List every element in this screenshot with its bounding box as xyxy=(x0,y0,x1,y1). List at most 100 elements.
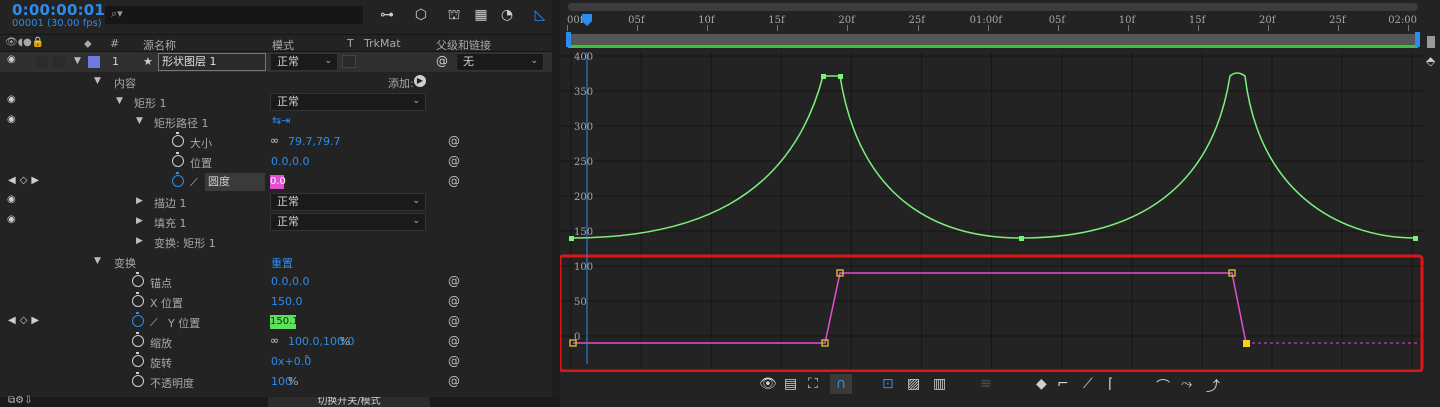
stopwatch-active-icon[interactable] xyxy=(172,172,184,187)
eye-icon[interactable]: ◉ xyxy=(7,94,19,105)
expand-triangle-icon[interactable]: ▶ xyxy=(136,236,143,246)
hold-keyframe-icon[interactable]: ⌐ xyxy=(1057,376,1069,392)
expression-spiral-icon[interactable]: @ xyxy=(448,174,460,188)
xpos-row[interactable]: X 位置 150.0 @ xyxy=(0,292,552,312)
work-area-bar[interactable] xyxy=(568,34,1418,48)
eye-icon[interactable]: ◉ xyxy=(7,54,19,65)
auto-zoom-icon[interactable]: ⊡ xyxy=(882,376,894,392)
layer-search-input[interactable]: ⌕▾ xyxy=(105,6,363,24)
column-parent[interactable]: 父级和链接 xyxy=(436,37,491,53)
graph-include-icon[interactable]: ⟋ xyxy=(190,176,198,190)
stopwatch-icon[interactable] xyxy=(132,332,144,347)
graph-editor-canvas[interactable]: 400 350 300 250 200 150 100 50 0 xyxy=(560,52,1424,372)
position-value[interactable]: 0.0,0.0 xyxy=(271,155,309,168)
fit-all-icon[interactable]: ▥ xyxy=(933,376,946,392)
column-trkmat[interactable]: TrkMat xyxy=(364,37,401,50)
roundness-row[interactable]: ◀◇▶ ⟋ 圆度 0.0 @ xyxy=(0,172,552,192)
work-area-start-handle[interactable] xyxy=(566,32,571,47)
parent-dropdown[interactable]: 无 ⌄ xyxy=(456,53,544,71)
content-row[interactable]: ▼ 内容 添加: ▶ xyxy=(0,72,552,92)
transform-row[interactable]: ▼ 变换 重置 xyxy=(0,252,552,272)
expression-spiral-icon[interactable]: @ xyxy=(448,314,460,328)
expand-triangle-icon[interactable]: ▼ xyxy=(116,96,123,106)
easy-ease-in-icon[interactable]: ⤳ xyxy=(1181,376,1192,392)
graph-include-icon[interactable]: ⟋ xyxy=(150,316,158,330)
layer-name[interactable]: 形状图层 1 xyxy=(158,53,266,71)
anchor-row[interactable]: 锚点 0.0,0.0 @ xyxy=(0,272,552,292)
xpos-value[interactable]: 150.0 xyxy=(271,295,303,308)
stopwatch-icon[interactable] xyxy=(132,292,144,307)
comp-flowchart-icon[interactable]: ⊶ xyxy=(377,5,397,25)
size-row[interactable]: 大小 ∞ 79.7,79.7 @ xyxy=(0,132,552,152)
ypos-row[interactable]: ◀◇▶ ⟋ Y 位置 150.1 @ xyxy=(0,312,552,332)
expression-spiral-icon[interactable]: @ xyxy=(448,154,460,168)
eye-icon[interactable]: ◉ xyxy=(7,114,19,125)
stopwatch-active-icon[interactable] xyxy=(132,312,144,327)
layer-row[interactable]: ◉ ▼ 1 ★ 形状图层 1 正常 ⌄ @ 无 ⌄ xyxy=(0,52,552,72)
expand-triangle-icon[interactable]: ▼ xyxy=(74,56,81,66)
footer-toggle-icons[interactable]: ⧉⚙⇩ xyxy=(8,395,32,406)
eye-icon[interactable]: 👁 xyxy=(759,376,777,392)
opacity-row[interactable]: 不透明度 100 % @ xyxy=(0,372,552,392)
expression-spiral-icon[interactable]: @ xyxy=(448,134,460,148)
pickwhip-icon[interactable]: @ xyxy=(436,54,448,68)
stopwatch-icon[interactable] xyxy=(132,372,144,387)
expand-triangle-icon[interactable]: ▼ xyxy=(94,76,101,86)
scale-row[interactable]: 缩放 ∞ 100.0,100.0 % @ xyxy=(0,332,552,352)
keyframe-navigator[interactable]: ◀◇▶ xyxy=(8,315,43,326)
size-value[interactable]: 79.7,79.7 xyxy=(288,135,340,148)
expand-triangle-icon[interactable]: ▼ xyxy=(94,256,101,266)
path-direction-icon[interactable]: ⇆⇥ xyxy=(272,114,290,127)
snap-magnet-icon[interactable]: ∩ xyxy=(830,374,852,394)
expression-spiral-icon[interactable]: @ xyxy=(448,274,460,288)
stroke-row[interactable]: ◉ ▶ 描边 1 正常 ⌄ xyxy=(0,192,552,212)
position-row[interactable]: 位置 0.0,0.0 @ xyxy=(0,152,552,172)
expression-spiral-icon[interactable]: @ xyxy=(448,294,460,308)
column-mode[interactable]: 模式 xyxy=(272,37,294,53)
eye-icon[interactable]: ◉ xyxy=(7,214,19,225)
edit-keyframe-icon[interactable]: ◆ xyxy=(1036,376,1047,392)
expand-triangle-icon[interactable]: ▶ xyxy=(136,196,143,206)
auto-bezier-icon[interactable]: ⌈ xyxy=(1108,376,1113,392)
rect-mode-dropdown[interactable]: 正常 ⌄ xyxy=(270,93,426,111)
toggle-switches-modes-button[interactable]: 切换开关/模式 xyxy=(268,397,430,407)
stopwatch-icon[interactable] xyxy=(132,272,144,287)
fill-mode-dropdown[interactable]: 正常 ⌄ xyxy=(270,213,426,231)
solo-toggle[interactable] xyxy=(36,56,48,68)
column-source-name[interactable]: 源名称 xyxy=(143,37,176,53)
stopwatch-icon[interactable] xyxy=(172,152,184,167)
ypos-value[interactable]: 150.1 xyxy=(270,315,299,329)
graph-scrollbar-handle[interactable] xyxy=(1427,36,1435,48)
time-navigator-bar[interactable] xyxy=(568,3,1418,11)
time-ruler[interactable]: 00f 05f 10f 15f 20f 25f 01:00f 05f 10f 15f 20f 25f 0… xyxy=(567,13,1422,31)
transform-rect-row[interactable]: ▶ 变换: 矩形 1 xyxy=(0,232,552,252)
roundness-value[interactable]: 0.0 xyxy=(270,175,286,189)
easy-ease-out-icon[interactable]: ⤴ xyxy=(1206,376,1220,396)
preserve-transparency-checkbox[interactable] xyxy=(342,55,356,68)
add-menu-icon[interactable]: ▶ xyxy=(414,75,426,87)
eye-icon[interactable]: ◉ xyxy=(7,194,19,205)
expression-spiral-icon[interactable]: @ xyxy=(448,354,460,368)
fill-row[interactable]: ◉ ▶ 填充 1 正常 ⌄ xyxy=(0,212,552,232)
snap-icon[interactable]: ⬘ xyxy=(1426,54,1435,68)
expression-spiral-icon[interactable]: @ xyxy=(448,334,460,348)
reset-link[interactable]: 重置 xyxy=(271,255,293,271)
expand-triangle-icon[interactable]: ▶ xyxy=(136,216,143,226)
link-icon[interactable]: ∞ xyxy=(270,134,279,147)
anchor-value[interactable]: 0.0,0.0 xyxy=(271,275,309,288)
graph-editor-icon[interactable]: ◺ xyxy=(530,5,550,25)
linear-keyframe-icon[interactable]: ⟋ xyxy=(1083,376,1093,392)
frame-blending-icon[interactable]: ▦ xyxy=(471,5,491,25)
draft-3d-icon[interactable]: ⬡ xyxy=(411,5,431,25)
transform-box-icon[interactable]: ⛶ xyxy=(808,376,818,392)
motion-blur-icon[interactable]: ◔ xyxy=(497,5,517,25)
easy-ease-icon[interactable]: ⌒ xyxy=(1156,376,1170,396)
shy-layers-icon[interactable]: ⛫ xyxy=(444,5,464,25)
rotation-row[interactable]: 旋转 0x+0.0 ° @ xyxy=(0,352,552,372)
rect-group-row[interactable]: ◉ ▼ 矩形 1 正常 ⌄ xyxy=(0,92,552,112)
layer-mode-dropdown[interactable]: 正常 ⌄ xyxy=(270,53,338,71)
link-icon[interactable]: ∞ xyxy=(270,334,279,347)
expand-triangle-icon[interactable]: ▼ xyxy=(136,116,143,126)
stopwatch-icon[interactable] xyxy=(132,352,144,367)
stopwatch-icon[interactable] xyxy=(172,132,184,147)
